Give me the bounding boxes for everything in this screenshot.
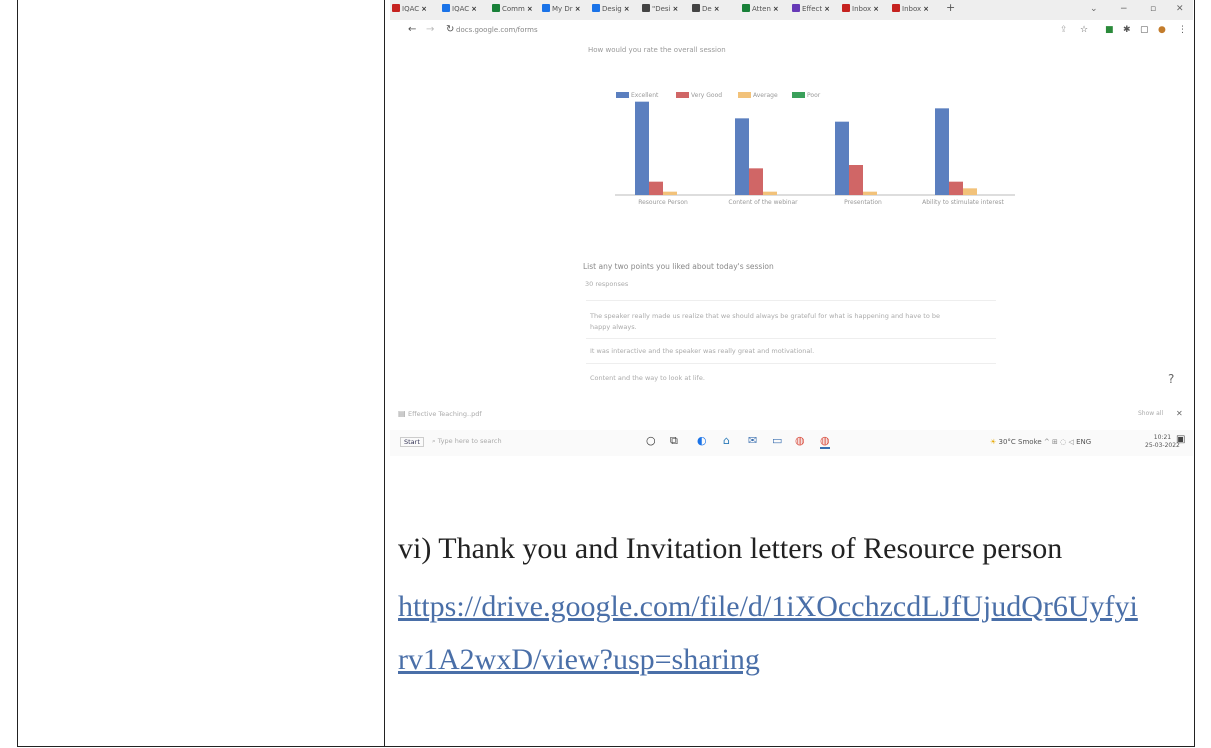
chart-bar bbox=[863, 191, 877, 195]
edge-icon[interactable]: ◐ bbox=[697, 434, 707, 447]
mail-icon[interactable]: ✉ bbox=[748, 434, 757, 447]
close-icon[interactable]: ✕ bbox=[1176, 409, 1183, 418]
chart-bar bbox=[635, 101, 649, 195]
store-icon[interactable]: ⌂ bbox=[723, 434, 730, 447]
chart-bar bbox=[663, 191, 677, 195]
question-title: List any two points you liked about toda… bbox=[583, 262, 774, 271]
embedded-screenshot: IQAC × IQAC × Comm × My Dr × Desig × "Desi × D… bbox=[390, 0, 1193, 468]
table-column-divider bbox=[384, 0, 385, 746]
weather: ☀ 30°C Smoke ^ ⊞ ◌ ◁ ENG bbox=[990, 438, 1092, 446]
divider bbox=[586, 363, 996, 364]
divider bbox=[586, 338, 996, 339]
clock: 10:21 25-03-2022 bbox=[1145, 434, 1180, 449]
x-tick-label: Ability to stimulate interest bbox=[922, 199, 1004, 206]
drive-link[interactable]: rv1A2wxD/view?usp=sharing bbox=[398, 643, 760, 677]
download-bar: ▤ Effective Teaching..pdf Show all ✕ bbox=[390, 405, 1193, 425]
taskbar-search[interactable]: ⌕ Type here to search bbox=[432, 437, 502, 446]
responses-count: 30 responses bbox=[585, 280, 629, 288]
chart-bar bbox=[763, 191, 777, 195]
x-tick-label: Resource Person bbox=[638, 199, 688, 206]
chart-bar bbox=[935, 108, 949, 195]
taskbar: Start ⌕ Type here to search ○ ⧉ ◐ ⌂ ✉ ▭ … bbox=[390, 430, 1193, 456]
response-text: Content and the way to look at life. bbox=[590, 374, 705, 382]
sun-icon: ☀ bbox=[990, 438, 999, 446]
cortana-icon[interactable]: ○ bbox=[646, 434, 656, 447]
chart-bar bbox=[849, 165, 863, 195]
section-heading: vi) Thank you and Invitation letters of … bbox=[398, 532, 1063, 565]
x-tick-label: Content of the webinar bbox=[728, 199, 798, 206]
response-text: It was interactive and the speaker was r… bbox=[590, 347, 815, 355]
chrome-icon[interactable]: ◍ bbox=[795, 434, 805, 447]
pdf-icon: ▤ bbox=[398, 409, 406, 418]
chart-bar bbox=[649, 181, 663, 195]
chrome-active-icon[interactable]: ◍ bbox=[820, 434, 830, 449]
window-icon[interactable]: ▭ bbox=[772, 434, 782, 447]
chart-bar bbox=[949, 181, 963, 195]
bar-chart: Resource Person Content of the webinar Pre… bbox=[615, 101, 1015, 206]
download-file[interactable]: Effective Teaching..pdf bbox=[408, 410, 482, 418]
notification-icon[interactable]: ▣ bbox=[1176, 434, 1185, 445]
task-view-icon[interactable]: ⧉ bbox=[670, 434, 678, 448]
divider bbox=[586, 300, 996, 301]
response-text: The speaker really made us realize that … bbox=[590, 312, 940, 320]
drive-link[interactable]: https://drive.google.com/file/d/1iXOcchz… bbox=[398, 590, 1138, 624]
x-tick-label: Presentation bbox=[844, 199, 882, 206]
chart-bar bbox=[835, 121, 849, 195]
help-icon[interactable]: ? bbox=[1168, 372, 1174, 386]
chart-bar bbox=[749, 168, 763, 195]
show-all-button[interactable]: Show all bbox=[1138, 410, 1163, 417]
chart-bar bbox=[735, 118, 749, 195]
chart-bar bbox=[963, 188, 977, 195]
response-text: happy always. bbox=[590, 323, 637, 331]
start-button[interactable]: Start bbox=[400, 437, 424, 447]
